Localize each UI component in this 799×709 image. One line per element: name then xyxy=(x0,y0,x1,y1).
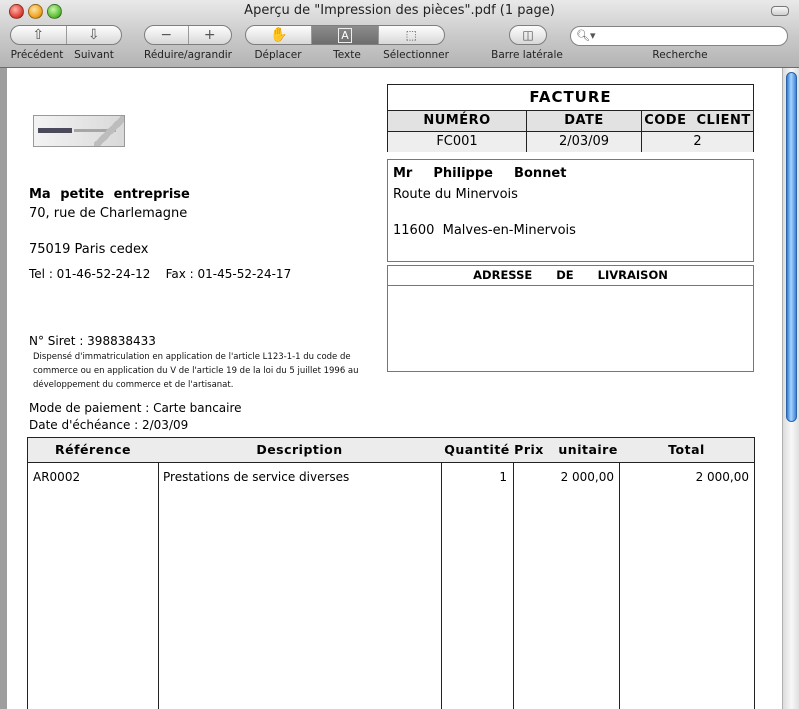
plus-icon: + xyxy=(203,27,216,43)
invoice-date: 2/03/09 xyxy=(527,132,642,152)
previous-page-button[interactable]: ⇧ xyxy=(11,26,66,44)
invoice-number-header: NUMÉRO xyxy=(388,111,527,132)
invoice-number: FC001 xyxy=(388,132,527,152)
search-input[interactable] xyxy=(570,26,788,46)
select-tool-button[interactable]: ⬚ xyxy=(377,26,444,44)
sidebar-toggle-button[interactable]: ◫ xyxy=(510,26,546,44)
minus-icon: − xyxy=(160,27,173,43)
unit-price-column: Prix unitaire 2 000,00 xyxy=(513,438,620,709)
item-description: Prestations de service diverses xyxy=(163,470,350,484)
payment-due-date: Date d'échéance : 2/03/09 xyxy=(29,418,189,432)
reference-column: Référence AR0002 xyxy=(28,438,159,709)
payment-mode: Mode de paiement : Carte bancaire xyxy=(29,401,242,415)
client-name: Mr Philippe Bonnet xyxy=(393,166,567,181)
sidebar-segment: ◫ xyxy=(509,25,547,45)
text-tool-button[interactable]: A xyxy=(311,26,378,44)
client-code: 2 xyxy=(642,132,753,152)
reference-header: Référence xyxy=(28,438,158,463)
item-unit-price: 2 000,00 xyxy=(560,470,614,484)
client-address-box: Mr Philippe Bonnet Route du Minervois 11… xyxy=(387,159,754,262)
move-tool-button[interactable]: ✋ xyxy=(246,26,311,44)
item-total: 2 000,00 xyxy=(695,470,749,484)
item-reference: AR0002 xyxy=(33,470,81,484)
unit-price-header: Prix unitaire xyxy=(513,438,619,463)
company-city: 75019 Paris cedex xyxy=(29,242,149,257)
items-table: Référence AR0002 Description Prestations… xyxy=(27,437,755,709)
zoom-label: Réduire/agrandir xyxy=(143,49,233,61)
marquee-icon: ⬚ xyxy=(405,28,417,42)
invoice-header-box: FACTURE NUMÉRO DATE CODE CLIENT FC001 2/… xyxy=(387,84,754,152)
next-page-button[interactable]: ⇩ xyxy=(65,26,122,44)
arrow-down-icon: ⇩ xyxy=(87,27,100,43)
navigation-segment: ⇧ ⇩ xyxy=(10,25,122,45)
search-icon: 🔍︎▾ xyxy=(576,29,596,42)
zoom-in-button[interactable]: + xyxy=(187,26,232,44)
search-label: Recherche xyxy=(652,49,708,61)
select-label: Sélectionner xyxy=(383,49,449,61)
invoice-date-header: DATE xyxy=(527,111,642,132)
client-city: 11600 Malves-en-Minervois xyxy=(393,223,576,238)
window-title: Aperçu de "Impression des pièces".pdf (1… xyxy=(244,3,555,18)
window-titlebar: Aperçu de "Impression des pièces".pdf (1… xyxy=(0,0,799,68)
quantity-header: Quantité xyxy=(441,438,513,463)
pdf-page: Ma petite entreprise 70, rue de Charlema… xyxy=(7,68,782,709)
sidebar-icon: ◫ xyxy=(522,28,534,42)
total-column: Total 2 000,00 xyxy=(619,438,754,709)
next-label: Suivant xyxy=(74,49,114,61)
tools-segment: ✋ A ⬚ xyxy=(245,25,445,45)
scrollbar-thumb[interactable] xyxy=(786,72,797,422)
vertical-scrollbar[interactable] xyxy=(782,68,799,709)
hand-icon: ✋ xyxy=(269,27,288,43)
company-phone-fax: Tel : 01-46-52-24-12 Fax : 01-45-52-24-1… xyxy=(29,267,292,281)
total-header: Total xyxy=(619,438,754,463)
zoom-segment: − + xyxy=(144,25,232,45)
sidebar-label: Barre latérale xyxy=(491,49,563,61)
legal-notice: Dispensé d'immatriculation en applicatio… xyxy=(33,352,359,390)
company-siret: N° Siret : 398838433 xyxy=(29,334,156,348)
client-street: Route du Minervois xyxy=(393,187,518,202)
invoice-title: FACTURE xyxy=(388,85,753,111)
previous-label: Précédent xyxy=(10,49,64,61)
toolbar-toggle-button[interactable] xyxy=(771,6,789,16)
move-label: Déplacer xyxy=(254,49,302,61)
client-code-header: CODE CLIENT xyxy=(642,111,753,132)
description-column: Description Prestations de service diver… xyxy=(158,438,442,709)
delivery-address-box: ADRESSE DE LIVRAISON xyxy=(387,265,754,372)
zoom-out-button[interactable]: − xyxy=(145,26,188,44)
company-street: 70, rue de Charlemagne xyxy=(29,206,188,221)
description-header: Description xyxy=(158,438,441,463)
text-label: Texte xyxy=(333,49,361,61)
company-logo xyxy=(33,115,125,147)
delivery-address-title: ADRESSE DE LIVRAISON xyxy=(388,266,753,286)
company-name: Ma petite entreprise xyxy=(29,187,190,202)
item-quantity: 1 xyxy=(499,470,507,484)
text-cursor-icon: A xyxy=(338,27,352,43)
quantity-column: Quantité 1 xyxy=(441,438,514,709)
arrow-up-icon: ⇧ xyxy=(32,27,45,43)
